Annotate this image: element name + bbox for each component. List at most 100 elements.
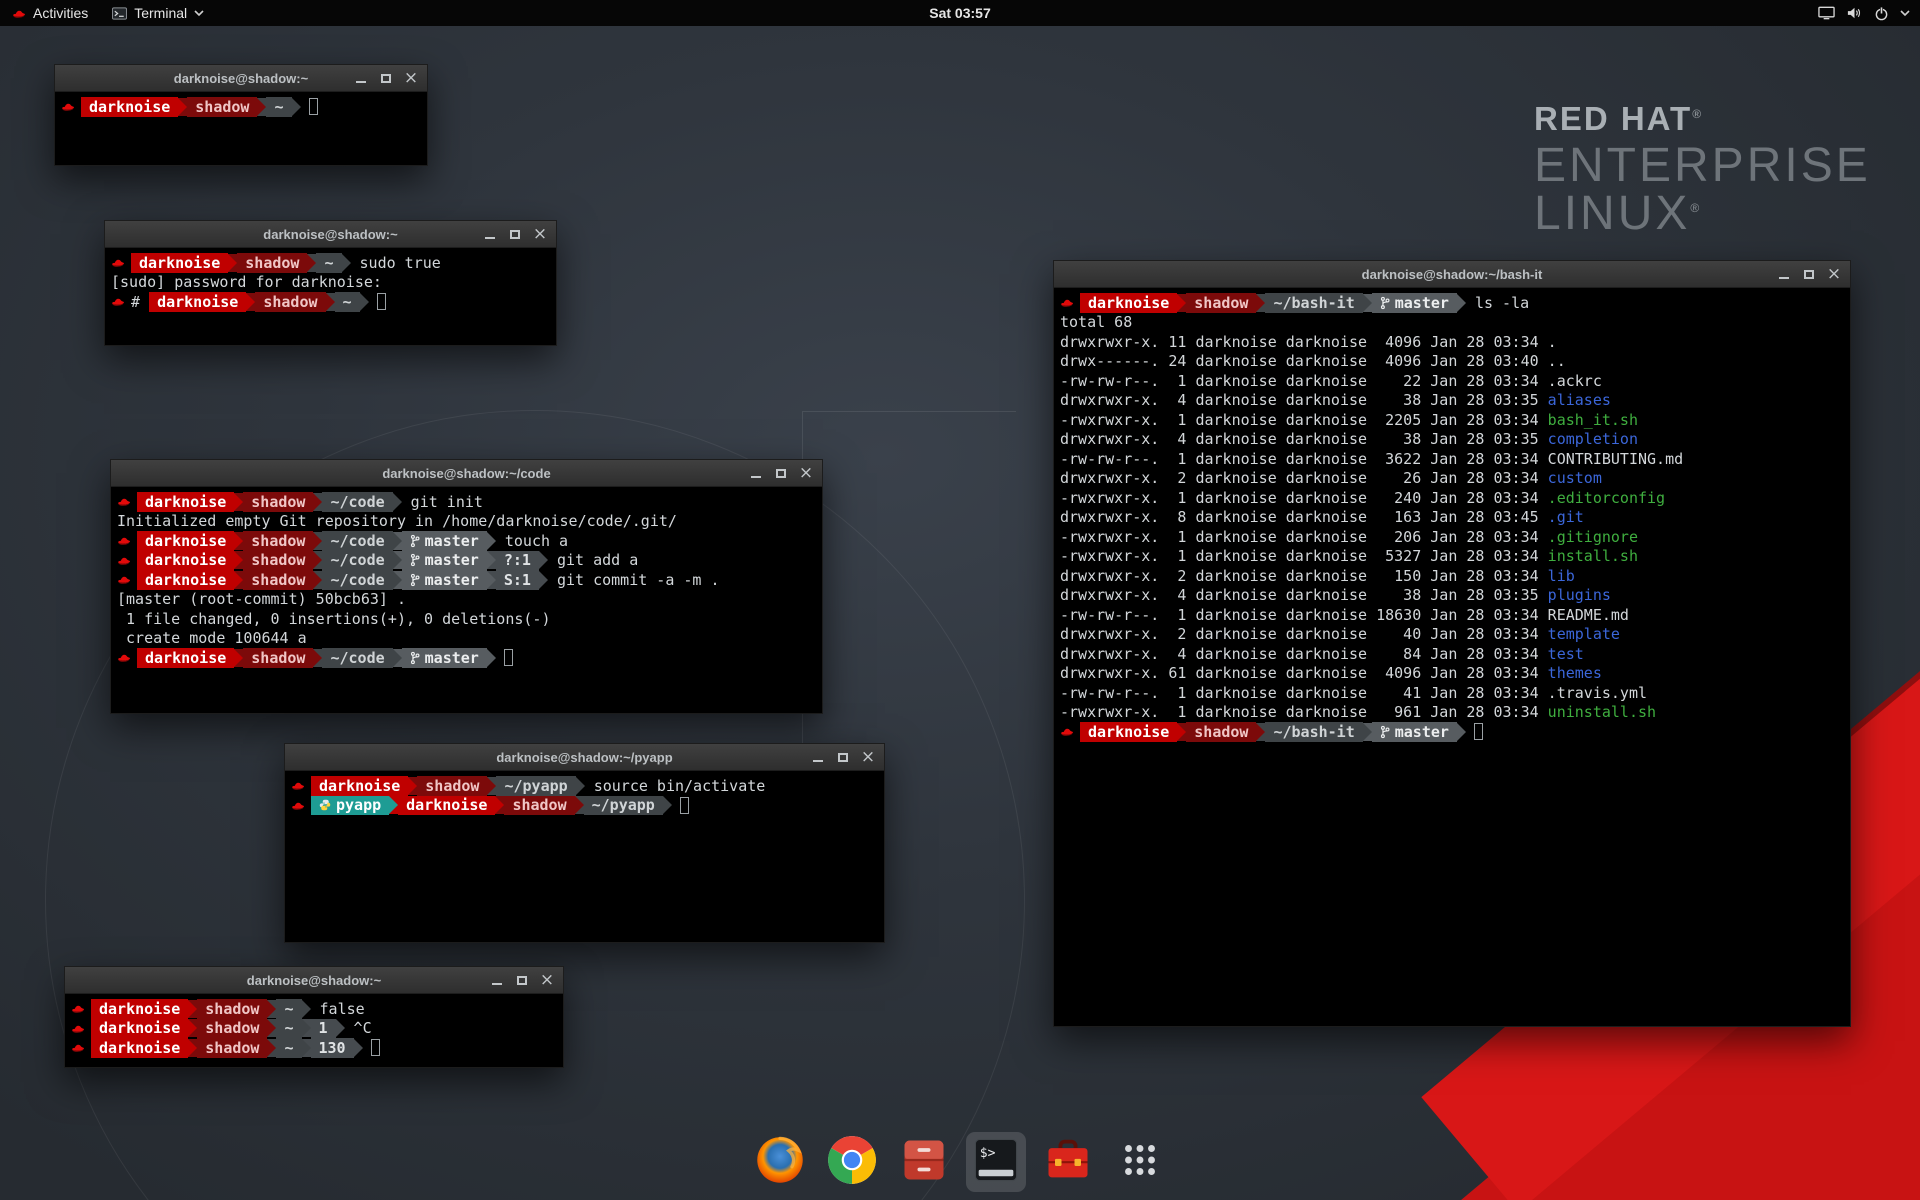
terminal-window[interactable]: darknoise@shadow:~/code× darknoise shadow ~…	[110, 459, 823, 714]
powerline-arrow	[575, 796, 584, 814]
minimize-button[interactable]	[1776, 266, 1792, 282]
dock-item-toolbox[interactable]	[1038, 1132, 1098, 1192]
chevron-down-icon[interactable]	[1900, 10, 1910, 17]
terminal-content[interactable]: darknoiseshadow~/bash-itmaster ls -latot…	[1054, 288, 1850, 747]
segment-text: shadow	[512, 796, 566, 814]
terminal-window[interactable]: darknoise@shadow:~×darknoiseshadow~	[54, 64, 428, 166]
segment-text: darknoise	[145, 493, 226, 511]
file-meta: drwxrwxr-x. 8 darknoise darknoise 163 Ja…	[1060, 508, 1548, 526]
terminal-line: 1 file changed, 0 insertions(+), 0 delet…	[117, 609, 816, 629]
redhat-prompt-icon	[1060, 297, 1074, 308]
window-titlebar[interactable]: darknoise@shadow:~/pyapp×	[285, 744, 884, 771]
prompt-user-segment: darknoise	[398, 796, 495, 816]
powerline-arrow	[360, 293, 369, 311]
maximize-button[interactable]	[378, 70, 394, 86]
file-meta: -rw-rw-r--. 1 darknoise darknoise 41 Jan…	[1060, 684, 1548, 702]
prompt-git-segment: master	[1372, 722, 1457, 742]
minimize-glyph	[492, 983, 502, 985]
maximize-button[interactable]	[773, 465, 789, 481]
maximize-button[interactable]	[1801, 266, 1817, 282]
powerline-arrow	[234, 551, 243, 569]
terminal-text: ^C	[345, 1019, 372, 1037]
segment-text: ~/code	[330, 649, 384, 667]
close-button[interactable]: ×	[532, 226, 548, 242]
terminal-line: darknoiseshadow~/pyapp source bin/activa…	[291, 776, 878, 796]
close-button[interactable]: ×	[539, 972, 555, 988]
segment-text: darknoise	[1088, 294, 1169, 312]
minimize-button[interactable]	[489, 972, 505, 988]
dock-item-files[interactable]	[894, 1132, 954, 1192]
segment-text: darknoise	[145, 532, 226, 550]
redhat-icon	[12, 8, 26, 19]
maximize-button[interactable]	[514, 972, 530, 988]
redhat-prompt-icon	[291, 800, 305, 811]
terminal-window[interactable]: darknoise@shadow:~/pyapp×darknoiseshadow…	[284, 743, 885, 943]
terminal-cursor	[309, 98, 318, 115]
terminal-cursor	[1474, 723, 1483, 740]
prompt-user-segment: darknoise	[1080, 722, 1177, 742]
terminal-content[interactable]: darknoiseshadow~	[55, 92, 427, 122]
powerline-arrow	[313, 649, 322, 667]
display-icon[interactable]	[1818, 6, 1835, 20]
minimize-button[interactable]	[482, 226, 498, 242]
terminal-content[interactable]: darknoiseshadow~/code git initInitialize…	[111, 487, 822, 673]
terminal-line: -rw-rw-r--. 1 darknoise darknoise 18630 …	[1060, 605, 1844, 625]
window-title: darknoise@shadow:~/code	[111, 466, 822, 481]
maximize-button[interactable]	[835, 749, 851, 765]
minimize-button[interactable]	[353, 70, 369, 86]
file-meta: -rw-rw-r--. 1 darknoise darknoise 18630 …	[1060, 606, 1548, 624]
powerline-arrow	[487, 551, 496, 569]
maximize-button[interactable]	[507, 226, 523, 242]
window-titlebar[interactable]: darknoise@shadow:~×	[55, 65, 427, 92]
minimize-glyph	[1779, 277, 1789, 279]
minimize-button[interactable]	[810, 749, 826, 765]
terminal-content[interactable]: darknoiseshadow~ sudo true[sudo] passwor…	[105, 248, 556, 317]
power-icon[interactable]	[1874, 6, 1889, 21]
close-button[interactable]: ×	[860, 749, 876, 765]
top-bar: Activities Terminal Sat 03:57	[0, 0, 1920, 26]
system-status-area[interactable]	[1818, 0, 1920, 26]
terminal-line: [master (root-commit) 50bcb63] .	[117, 590, 816, 610]
file-name: template	[1548, 625, 1620, 643]
window-titlebar[interactable]: darknoise@shadow:~×	[105, 221, 556, 248]
terminal-line: darknoiseshadow~/bash-itmaster	[1060, 722, 1844, 742]
terminal-window[interactable]: darknoise@shadow:~/bash-it× darknoise shad…	[1053, 260, 1851, 1027]
window-titlebar[interactable]: darknoise@shadow:~×	[65, 967, 563, 994]
dock-item-app-grid[interactable]	[1110, 1132, 1170, 1192]
dock-item-chrome[interactable]	[822, 1132, 882, 1192]
file-name: .git	[1548, 508, 1584, 526]
powerline-arrow	[178, 98, 187, 116]
file-meta: drwxrwxr-x. 2 darknoise darknoise 150 Ja…	[1060, 567, 1548, 585]
app-menu-terminal[interactable]: Terminal	[100, 0, 216, 26]
terminal-line: drwx------. 24 darknoise darknoise 4096 …	[1060, 352, 1844, 372]
terminal-content[interactable]: darknoiseshadow~ falsedarknoiseshadow~1 …	[65, 994, 563, 1063]
activities-button[interactable]: Activities	[0, 0, 100, 26]
segment-text: shadow	[251, 571, 305, 589]
git-branch-icon	[1380, 296, 1390, 310]
close-button[interactable]: ×	[403, 70, 419, 86]
segment-text: shadow	[205, 1019, 259, 1037]
powerline-arrow	[307, 254, 316, 272]
clock[interactable]: Sat 03:57	[929, 5, 990, 21]
terminal-window[interactable]: darknoise@shadow:~×darknoiseshadow~ fals…	[64, 966, 564, 1068]
file-meta: drwxrwxr-x. 4 darknoise darknoise 38 Jan…	[1060, 586, 1548, 604]
dock-item-terminal[interactable]: $>	[966, 1132, 1026, 1192]
window-titlebar[interactable]: darknoise@shadow:~/code×	[111, 460, 822, 487]
terminal-content[interactable]: darknoiseshadow~/pyapp source bin/activa…	[285, 771, 884, 820]
terminal-text: sudo true	[351, 254, 441, 272]
prompt-git-segment: master	[1372, 293, 1457, 313]
window-titlebar[interactable]: darknoise@shadow:~/bash-it×	[1054, 261, 1850, 288]
terminal-window[interactable]: darknoise@shadow:~×darknoiseshadow~ sudo…	[104, 220, 557, 346]
segment-text: shadow	[1194, 294, 1248, 312]
volume-icon[interactable]	[1846, 6, 1863, 20]
powerline-arrow	[408, 777, 417, 795]
segment-text: ~/bash-it	[1273, 723, 1354, 741]
file-name: custom	[1548, 469, 1602, 487]
close-button[interactable]: ×	[1826, 266, 1842, 282]
close-button[interactable]: ×	[798, 465, 814, 481]
powerline-arrow	[336, 1019, 345, 1037]
powerline-arrow	[188, 1019, 197, 1037]
minimize-button[interactable]	[748, 465, 764, 481]
dock-item-firefox[interactable]	[750, 1132, 810, 1192]
terminal-line: drwxrwxr-x. 2 darknoise darknoise 150 Ja…	[1060, 566, 1844, 586]
